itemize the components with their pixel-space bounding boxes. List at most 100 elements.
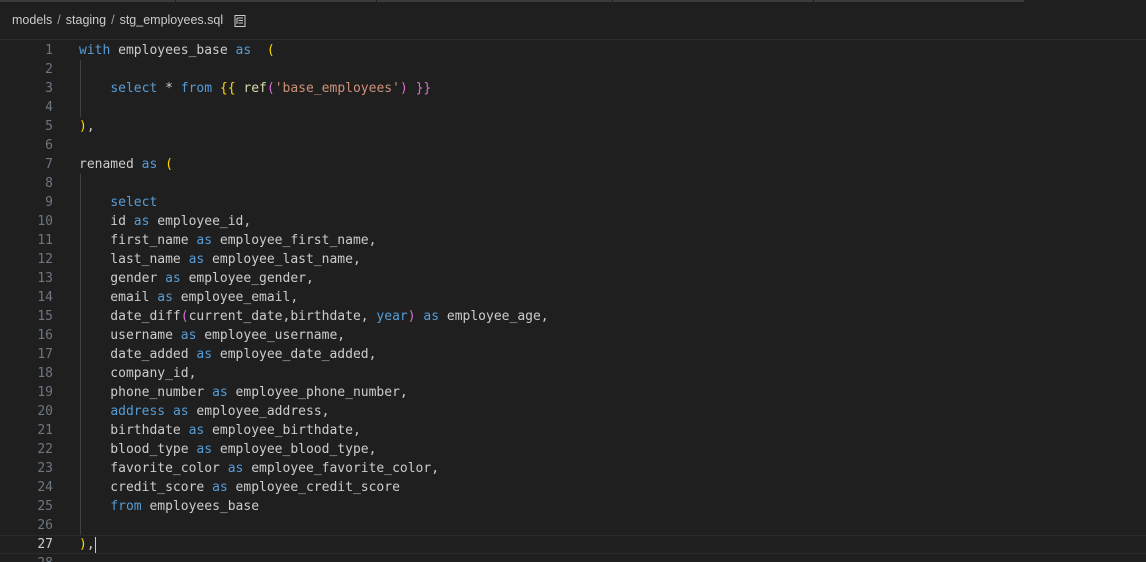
code-line[interactable]: 26 (0, 516, 1146, 535)
code-line[interactable]: 21 birthdate as employee_birthdate, (0, 421, 1146, 440)
breadcrumb-item-models[interactable]: models (12, 13, 52, 27)
line-number: 18 (37, 366, 53, 381)
code-line[interactable]: 19 phone_number as employee_phone_number… (0, 383, 1146, 402)
code-line[interactable]: 22 blood_type as employee_blood_type, (0, 440, 1146, 459)
code-token: ) (79, 537, 87, 552)
line-number: 19 (37, 385, 53, 400)
code-line[interactable]: 23 favorite_color as employee_favorite_c… (0, 459, 1146, 478)
code-text: select * from {{ ref('base_employees') }… (79, 79, 431, 98)
line-number: 17 (37, 347, 53, 362)
code-text: address as employee_address, (79, 402, 329, 421)
code-token: as (180, 328, 197, 343)
code-line[interactable]: 3 select * from {{ ref('base_employees')… (0, 79, 1146, 98)
code-token: as (227, 461, 244, 476)
code-token: employee_favorite_color, (243, 461, 440, 476)
code-text: phone_number as employee_phone_number, (79, 383, 407, 402)
code-line[interactable]: 24 credit_score as employee_credit_score (0, 478, 1146, 497)
code-token: as (188, 252, 205, 267)
line-number: 2 (45, 62, 53, 77)
code-line[interactable]: 5), (0, 117, 1146, 136)
code-token: email (79, 290, 158, 305)
code-line[interactable]: 6 (0, 136, 1146, 155)
code-line[interactable]: 25 from employees_base (0, 497, 1146, 516)
code-token: * (157, 81, 181, 96)
code-token: from (180, 81, 213, 96)
line-number: 24 (37, 480, 53, 495)
code-token: from (110, 499, 142, 514)
code-token: 'base_employees' (274, 81, 400, 96)
code-token: as (133, 214, 150, 229)
code-line[interactable]: 10 id as employee_id, (0, 212, 1146, 231)
code-token: as (157, 290, 173, 305)
code-token: birthdate (79, 423, 189, 438)
code-line[interactable]: 20 address as employee_address, (0, 402, 1146, 421)
code-line[interactable]: 12 last_name as employee_last_name, (0, 250, 1146, 269)
breadcrumb-item-file[interactable]: stg_employees.sql (120, 13, 224, 27)
text-cursor (94, 536, 96, 553)
code-token: last_name (79, 252, 189, 267)
code-token: renamed (79, 157, 142, 172)
breadcrumb-item-staging[interactable]: staging (66, 13, 106, 27)
code-token: employee_blood_type, (212, 442, 377, 457)
code-token: username (79, 328, 181, 343)
code-token: employee_gender, (180, 271, 314, 286)
code-text: favorite_color as employee_favorite_colo… (79, 459, 439, 478)
line-number: 1 (45, 43, 53, 58)
code-token: year (376, 309, 408, 324)
breadcrumb-separator: / (57, 12, 61, 27)
code-line[interactable]: 14 email as employee_email, (0, 288, 1146, 307)
line-number: 14 (37, 290, 53, 305)
code-token: select (110, 195, 158, 210)
code-line[interactable]: 2 (0, 60, 1146, 79)
code-token: first_name (79, 233, 197, 248)
code-token: blood_type (79, 442, 197, 457)
code-token: as (423, 309, 440, 324)
code-token: , (86, 119, 95, 134)
code-token: ( (266, 43, 275, 58)
code-line[interactable]: 17 date_added as employee_date_added, (0, 345, 1146, 364)
code-line[interactable]: 13 gender as employee_gender, (0, 269, 1146, 288)
code-line[interactable]: 7 renamed as ( (0, 155, 1146, 174)
code-line[interactable]: 18 company_id, (0, 364, 1146, 383)
code-token: date_added (79, 347, 197, 362)
code-text: email as employee_email, (79, 288, 298, 307)
code-line[interactable]: 27), (0, 535, 1146, 554)
code-text: id as employee_id, (79, 212, 251, 231)
code-text: renamed as ( (79, 155, 173, 174)
line-number: 21 (37, 423, 53, 438)
list-outline-icon[interactable] (233, 14, 247, 28)
code-token: with (79, 43, 111, 58)
code-token: as (196, 442, 213, 457)
line-number: 7 (45, 157, 53, 172)
line-number: 13 (37, 271, 53, 286)
code-token: select (110, 81, 158, 96)
code-token: as (196, 233, 213, 248)
code-line[interactable]: 1 with employees_base as ( (0, 41, 1146, 60)
code-line[interactable]: 8 (0, 174, 1146, 193)
code-token: address (110, 404, 166, 419)
code-token: employee_age, (439, 309, 549, 324)
code-text: first_name as employee_first_name, (79, 231, 376, 250)
code-line[interactable]: 15 date_diff(current_date,birthdate, yea… (0, 307, 1146, 326)
code-token: company_id, (79, 366, 197, 381)
line-number: 15 (37, 309, 53, 324)
line-number: 4 (45, 100, 53, 115)
code-line[interactable]: 9 select (0, 193, 1146, 212)
code-token: employee_id, (149, 214, 252, 229)
code-line[interactable]: 4 (0, 98, 1146, 117)
code-line[interactable]: 16 username as employee_username, (0, 326, 1146, 345)
breadcrumb: models / staging / stg_employees.sql (0, 0, 1146, 40)
code-editor[interactable]: 1 with employees_base as (2 3 select * fro… (0, 41, 1146, 562)
code-line[interactable]: 11 first_name as employee_first_name, (0, 231, 1146, 250)
code-token: employee_address, (188, 404, 330, 419)
code-text: last_name as employee_last_name, (79, 250, 360, 269)
code-token: as (188, 423, 205, 438)
code-token: ref (243, 81, 267, 96)
code-token: {{ (219, 81, 236, 96)
code-line[interactable]: 28 (0, 554, 1146, 562)
line-number: 12 (37, 252, 53, 267)
code-text: company_id, (79, 364, 196, 383)
